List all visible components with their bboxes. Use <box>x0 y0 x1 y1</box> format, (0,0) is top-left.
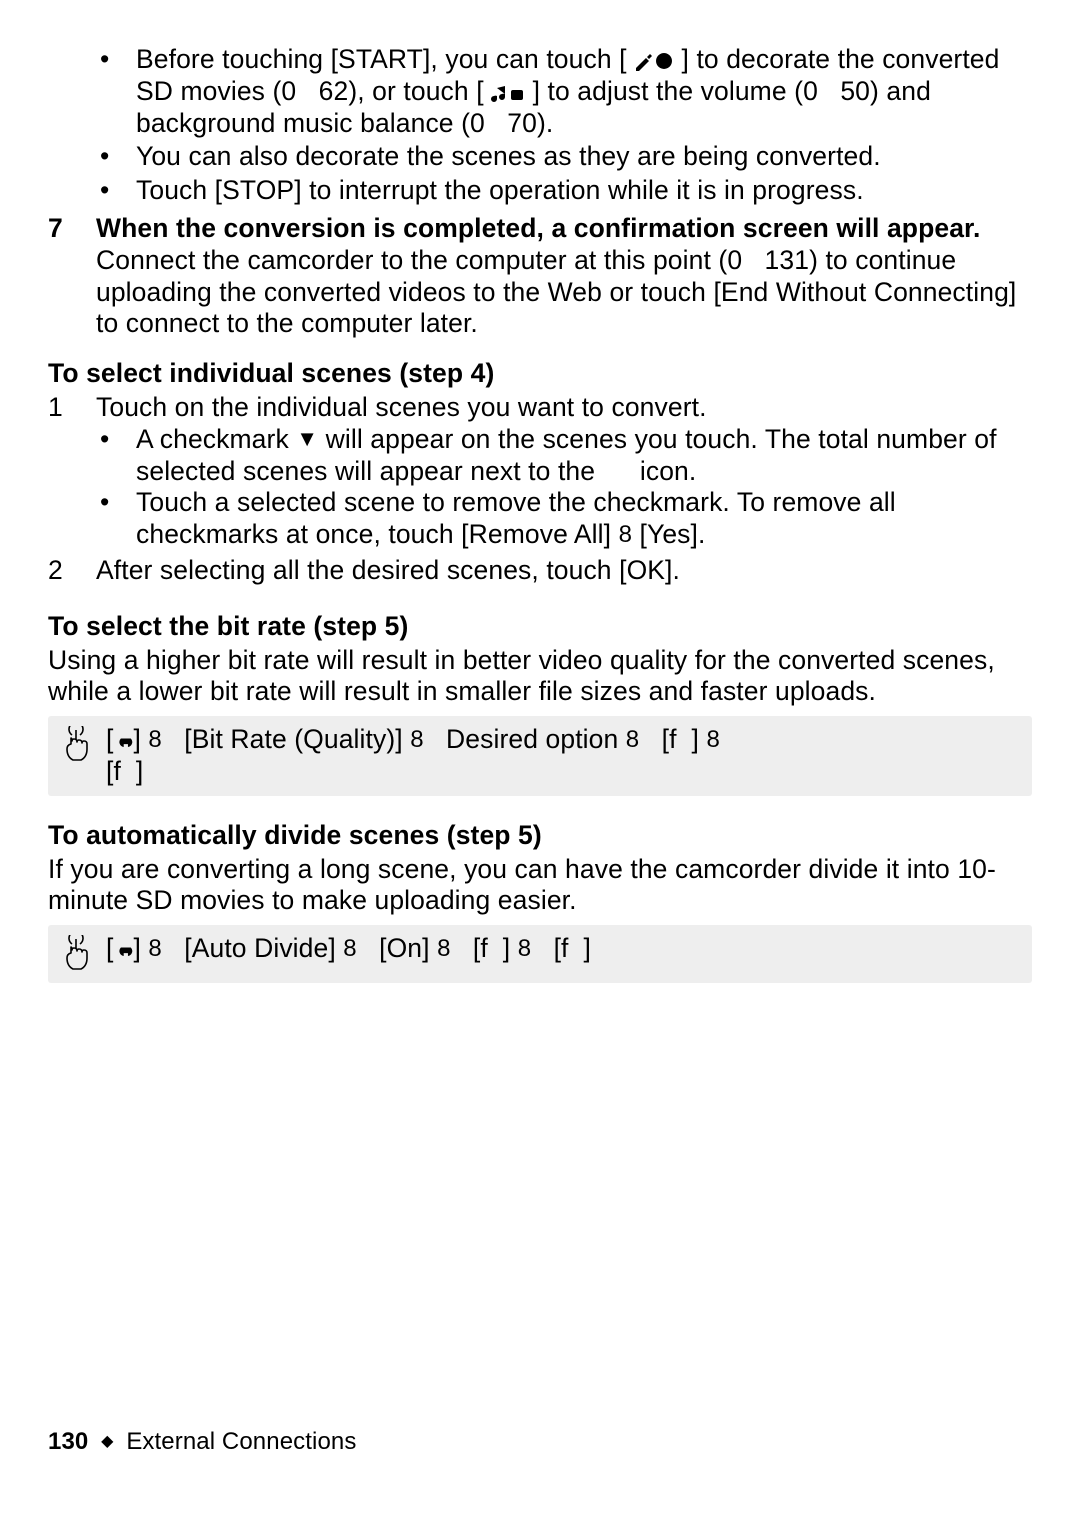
manual-page: Before touching [START], you can touch [… <box>0 0 1080 1521</box>
text: A checkmark <box>136 424 296 454</box>
text: ] to adjust the volume ( <box>533 76 803 106</box>
procedure-steps: [] 8 [Auto Divide] 8 [On] 8 [f ] 8 [f ] <box>106 933 1022 965</box>
text: ), or touch [ <box>348 76 483 106</box>
touch-icon <box>62 726 92 766</box>
heading-select-scenes: To select individual scenes (step 4) <box>48 358 1032 390</box>
step-body: Connect the camcorder to the computer at… <box>96 245 1032 340</box>
bullet-stop: Touch [STOP] to interrupt the operation … <box>48 175 1032 207</box>
page-ref: 70 <box>507 108 537 138</box>
arrow-icon: 8 <box>148 935 161 964</box>
bit-rate-paragraph: Using a higher bit rate will result in b… <box>48 645 1032 709</box>
arrow-icon: 8 <box>148 726 161 755</box>
select-scenes-step1: 1 Touch on the individual scenes you wan… <box>48 392 1032 424</box>
bullet-also-decorate: You can also decorate the scenes as they… <box>48 141 1032 173</box>
wrench-icon <box>113 933 133 963</box>
select-scenes-step2: 2 After selecting all the desired scenes… <box>48 555 1032 587</box>
arrow-icon: 8 <box>619 521 632 550</box>
text: icon. <box>632 456 696 486</box>
substep-text: After selecting all the desired scenes, … <box>96 555 680 585</box>
step-label: [Auto Divide] <box>184 933 336 963</box>
page-ref: 131 <box>765 245 810 275</box>
bullet-decorate: Before touching [START], you can touch [… <box>48 44 1032 139</box>
select-scenes-bullets: A checkmark ▼ will appear on the scenes … <box>48 424 1032 551</box>
arrow-icon: 8 <box>437 935 450 964</box>
bullet-checkmark: A checkmark ▼ will appear on the scenes … <box>48 424 1032 488</box>
page-ref-icon: 0 <box>727 245 742 275</box>
section-name: External Connections <box>126 1428 356 1455</box>
arrow-icon: 8 <box>343 935 356 964</box>
auto-divide-paragraph: If you are converting a long scene, you … <box>48 854 1032 918</box>
arrow-icon: 8 <box>626 726 639 755</box>
return-icon: f <box>480 933 487 963</box>
substep-number: 1 <box>48 392 63 424</box>
page-ref: 50 <box>840 76 870 106</box>
return-icon: f <box>561 933 568 963</box>
step-number: 7 <box>48 213 63 245</box>
substep-number: 2 <box>48 555 63 587</box>
page-ref: 62 <box>319 76 349 106</box>
bit-rate-procedure: [] 8 [Bit Rate (Quality)] 8 Desired opti… <box>48 716 1032 796</box>
touch-icon <box>62 935 92 975</box>
intro-bullets: Before touching [START], you can touch [… <box>48 44 1032 207</box>
page-ref-icon: 0 <box>470 108 485 138</box>
heading-auto-divide: To automatically divide scenes (step 5) <box>48 820 1032 852</box>
step-label: [On] <box>379 933 429 963</box>
arrow-icon: 8 <box>706 726 719 755</box>
text: Touch a selected scene to remove the che… <box>136 487 896 549</box>
diamond-icon: ◆ <box>101 1433 113 1450</box>
bullet-remove-checkmark: Touch a selected scene to remove the che… <box>48 487 1032 551</box>
wrench-icon <box>113 724 133 754</box>
page-ref-icon: 0 <box>281 76 296 106</box>
text: Connect the camcorder to the computer at… <box>96 245 727 275</box>
return-icon: f <box>113 756 120 786</box>
page-ref-icon: 0 <box>803 76 818 106</box>
music-controls-icon <box>491 76 532 106</box>
step-label: Desired option <box>446 724 618 754</box>
procedure-steps: [] 8 [Bit Rate (Quality)] 8 Desired opti… <box>106 724 1022 788</box>
text: [Yes]. <box>632 519 705 549</box>
page-number: 130 <box>48 1428 88 1455</box>
return-icon: f <box>669 724 676 754</box>
text: Before touching [START], you can touch [ <box>136 44 627 74</box>
page-footer: 130 ◆ External Connections <box>48 1428 356 1457</box>
step-7: 7 When the conversion is completed, a co… <box>48 213 1032 340</box>
pen-palette-icon <box>634 44 681 74</box>
text: ). <box>537 108 553 138</box>
auto-divide-procedure: [] 8 [Auto Divide] 8 [On] 8 [f ] 8 [f ] <box>48 925 1032 983</box>
step-label: [Bit Rate (Quality)] <box>184 724 402 754</box>
arrow-icon: 8 <box>410 726 423 755</box>
substep-text: Touch on the individual scenes you want … <box>96 392 707 422</box>
arrow-icon: 8 <box>518 935 531 964</box>
step-title: When the conversion is completed, a conf… <box>96 213 1032 245</box>
heading-bit-rate: To select the bit rate (step 5) <box>48 611 1032 643</box>
checkmark-icon: ▼ <box>296 426 318 451</box>
